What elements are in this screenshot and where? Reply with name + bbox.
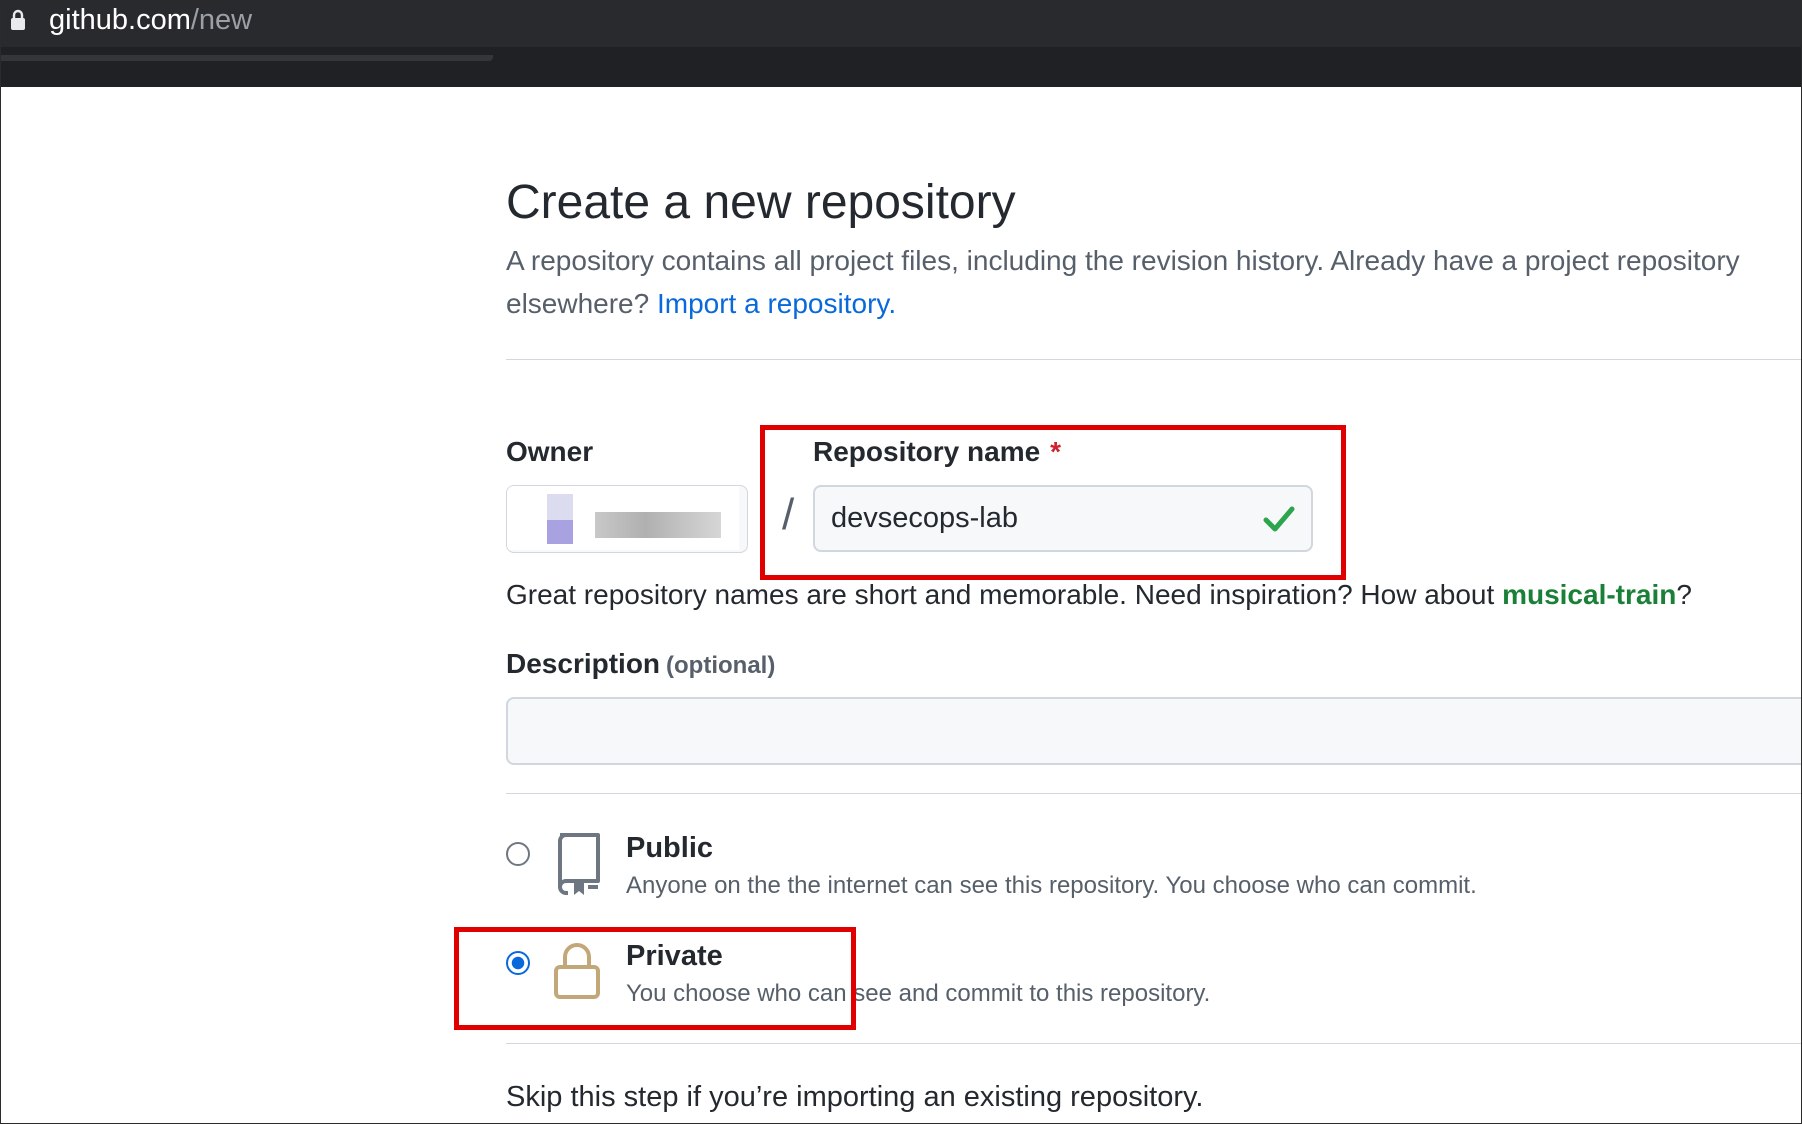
hint-text: Great repository names are short and mem… [506, 579, 1503, 610]
private-radio[interactable] [506, 951, 530, 975]
address-url[interactable]: github.com/new [49, 3, 252, 37]
lock-icon [11, 9, 25, 30]
hint-suffix: ? [1676, 579, 1692, 610]
owner-name-redacted [595, 512, 721, 538]
repository-name-value: devsecops-lab [831, 502, 1018, 534]
lock-icon [554, 943, 600, 999]
divider [506, 359, 1801, 360]
skip-step-text: Skip this step if you’re importing an ex… [506, 1081, 1204, 1113]
optional-note: (optional) [666, 652, 776, 679]
url-path: /new [190, 4, 253, 36]
repository-name-label: Repository name * [813, 435, 1061, 469]
repository-name-label-text: Repository name [813, 436, 1041, 467]
name-suggestion[interactable]: musical-train [1502, 579, 1676, 610]
description-input[interactable] [506, 697, 1801, 765]
public-title: Public [626, 832, 714, 864]
owner-select[interactable] [506, 485, 748, 553]
divider [506, 1043, 1801, 1044]
toolbar-separator [1, 55, 493, 61]
check-icon [1263, 506, 1295, 532]
public-radio[interactable] [506, 842, 530, 866]
description-label: Description (optional) [506, 647, 775, 683]
owner-label: Owner [506, 436, 594, 467]
url-host: github.com [49, 4, 191, 36]
browser-toolbar: github.com/new [1, 1, 1801, 87]
description-label-text: Description [506, 648, 661, 679]
page-title: Create a new repository [506, 176, 1016, 229]
page-subtitle: A repository contains all project files,… [506, 239, 1801, 325]
import-repository-link[interactable]: Import a repository. [657, 288, 896, 319]
repo-icon [558, 833, 600, 895]
public-description: Anyone on the the internet can see this … [626, 872, 1477, 899]
divider [506, 793, 1801, 794]
repository-name-hint: Great repository names are short and mem… [506, 577, 1692, 613]
repository-name-input[interactable]: devsecops-lab [813, 485, 1313, 552]
avatar [547, 494, 573, 520]
address-bar[interactable] [1, 1, 1801, 47]
screenshot-frame: github.com/new Create a new repository A… [0, 0, 1802, 1124]
owner-repo-separator: / [782, 490, 795, 539]
private-title: Private [626, 940, 723, 972]
private-description: You choose who can see and commit to thi… [626, 980, 1211, 1007]
avatar-lower [547, 520, 573, 544]
required-asterisk: * [1050, 436, 1062, 467]
